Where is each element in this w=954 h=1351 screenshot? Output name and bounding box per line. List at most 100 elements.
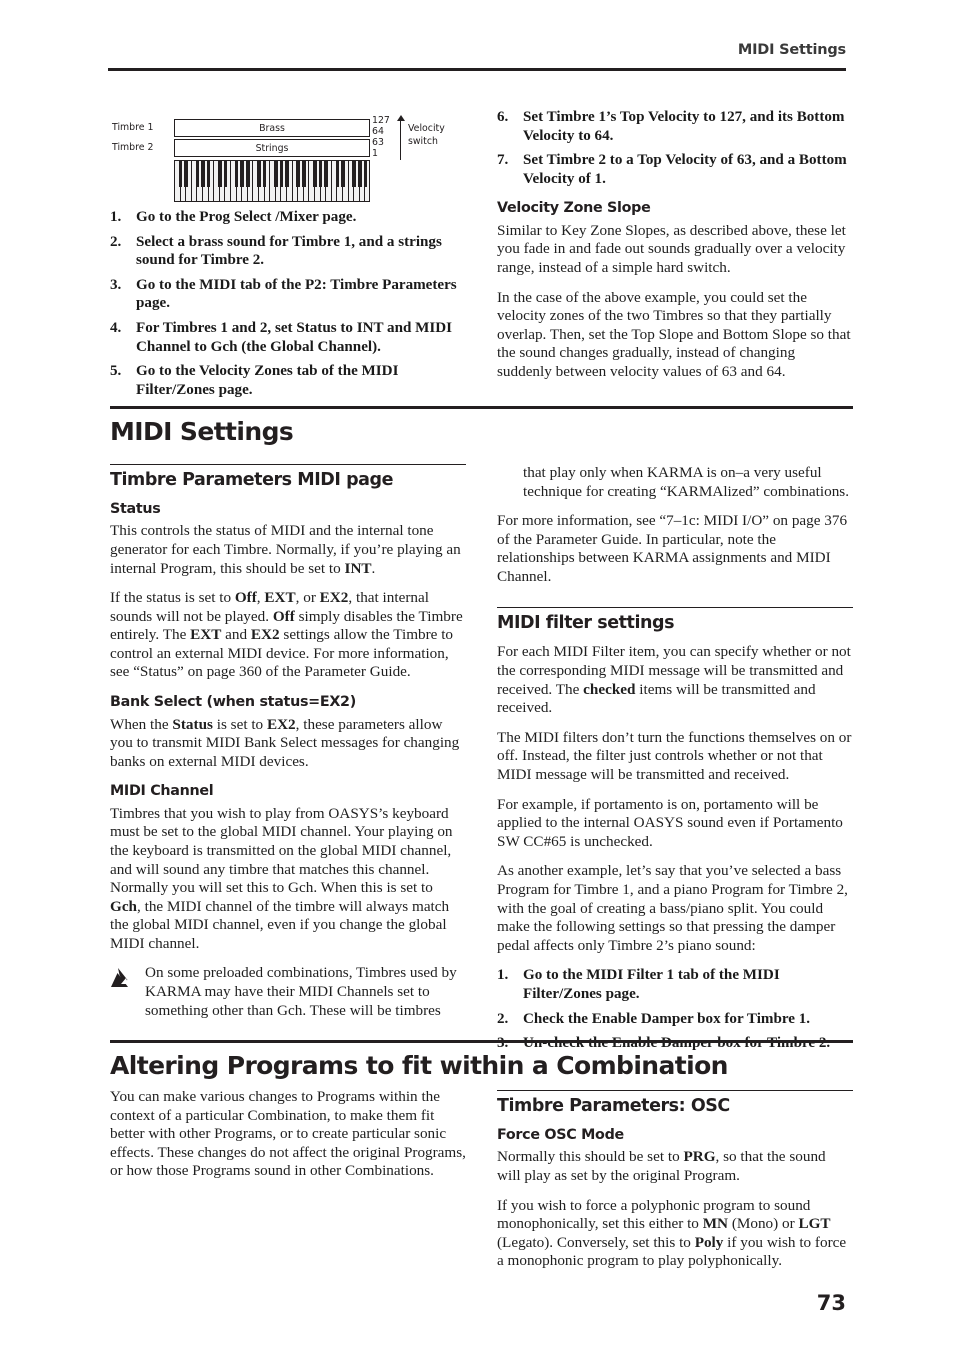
list-item: 1. Go to the Prog Select /Mixer page. [110,208,466,227]
midi-filter-paragraph-1: For each MIDI Filter item, you can speci… [497,643,853,717]
osc-p1-prg: PRG [683,1148,716,1166]
keyboard-black-key [245,161,250,187]
list-item-number: 4. [110,319,122,336]
note-block: On some preloaded combinations, Timbres … [110,964,466,1020]
h1-rule-altering [110,1040,853,1043]
list-item-number: 7. [497,152,509,169]
list-item-number: 6. [497,109,509,125]
list-item-label: Go to the Prog Select /Mixer page. [136,209,357,225]
keyboard-black-key [341,161,345,187]
figure-band-brass: Brass [174,119,370,137]
osc-p1-a: Normally this should be set to [497,1148,684,1166]
status-p2-ext2: EXT [190,626,222,644]
bank-p1-a: When the [110,715,173,733]
osc-p2-lgt: LGT [798,1215,831,1233]
list-item-label: For Timbres 1 and 2, set Status to INT a… [136,319,453,355]
status-p2-ext: EXT [264,589,296,607]
osc-p2-mn: MN [702,1215,729,1233]
header-rule [108,68,846,71]
status-p1-a: This controls the status of MIDI and the… [110,522,461,577]
osc-p2-b: (Mono) or [728,1215,799,1233]
keyboard-black-key [357,161,362,187]
heading-timbre-parameters-osc: Timbre Parameters: OSC [497,1096,730,1117]
right-column-top: 6. Set Timbre 1’s Top Velocity to 127, an… [497,108,853,393]
note-text: On some preloaded combinations, Timbres … [145,964,457,1019]
h2-rule-timbre-params [110,464,466,466]
h1-rule [110,406,853,409]
keyboard-black-key [352,161,357,187]
keyboard-black-key [279,161,284,187]
force-osc-paragraph-1: Normally this should be set to PRG, so t… [497,1148,853,1185]
figure-timbre2-label: Timbre 2 [112,142,154,153]
left-column-altering: You can make various changes to Programs… [110,1088,466,1192]
bank-p1-status: Status [172,715,213,733]
note-continued-text: that play only when KARMA is on–a very u… [523,464,850,500]
keyboard-black-key [217,161,222,187]
h2-rule-midi-filter [497,606,853,608]
mc-p1-gch: Gch [110,897,138,915]
list-item-label: Go to the MIDI Filter 1 tab of the MIDI … [523,967,780,1002]
list-item: 7. Set Timbre 2 to a Top Velocity of 63, … [497,151,853,188]
figure-velocity-switch-label-1: Velocity [408,123,445,134]
heading-midi-channel: MIDI Channel [110,783,214,800]
status-paragraph-2: If the status is set to Off, EXT, or EX2… [110,589,466,682]
heading-velocity-zone-slope: Velocity Zone Slope [497,200,651,217]
status-p1-c: . [371,559,376,577]
keyboard-black-key [285,161,289,187]
midi-settings-section-head: MIDI Settings [110,406,853,459]
bank-p1-ex2: EX2 [266,715,296,733]
document-page: MIDI Settings Timbre 1 Timbre 2 Brass St… [0,0,954,1351]
list-item-label: Check the Enable Damper box for Timbre 1… [523,1010,811,1027]
list-item-label: Go to the Velocity Zones tab of the MIDI… [136,363,399,398]
figure-timbre1-label: Timbre 1 [112,122,154,133]
heading-altering-programs: Altering Programs to fit within a Combin… [110,1050,728,1080]
figure-scale-127: 127 [372,115,390,126]
right-column-osc: Timbre Parameters: OSC Force OSC Mode No… [497,1090,853,1282]
keyboard-black-key [335,161,340,187]
velocity-zone-figure: Timbre 1 Timbre 2 Brass Strings 127 64 6… [112,112,472,204]
keyboard-black-key [296,161,301,187]
figure-band-strings: Strings [174,139,370,157]
list-item-label: Set Timbre 1’s Top Velocity to 127, and … [523,109,845,144]
more-info-paragraph: For more information, see “7–1c: MIDI I/… [497,512,848,585]
heading-status: Status [110,500,161,517]
velocity-zone-slope-paragraph-2: In the case of the above example, you co… [497,288,851,380]
keyboard-black-key [178,161,183,187]
mf-p1-checked: checked [583,680,636,698]
list-item-number: 1. [497,967,509,984]
status-p2-f: and [221,626,251,644]
status-p2-c: , or [295,589,320,607]
status-p2-a: If the status is set to [110,589,235,607]
mc-p1-a: Timbres that you wish to play from OASYS… [110,804,453,897]
altering-intro-paragraph: You can make various changes to Programs… [110,1088,466,1180]
list-item: 2. Check the Enable Damper box for Timbre… [497,1010,853,1029]
status-paragraph-1: This controls the status of MIDI and the… [110,522,466,578]
midi-filter-paragraph-4: As another example, let’s say that you’v… [497,862,848,954]
keyboard-black-key [184,161,189,187]
numbered-steps-right: 6. Set Timbre 1’s Top Velocity to 127, an… [497,108,853,188]
keyboard-black-key [318,161,323,187]
list-item-number: 1. [110,209,122,225]
left-column-midi-params: Timbre Parameters MIDI page Status This … [110,464,466,1020]
list-item-number: 2. [497,1010,509,1027]
figure-velocity-arrow [395,115,407,160]
figure-scale-63: 63 [372,137,384,148]
keyboard-black-key [273,161,278,187]
h2-rule-osc [497,1090,853,1092]
velocity-zone-slope-paragraph-1: Similar to Key Zone Slopes, as described… [497,221,846,276]
list-item: 6. Set Timbre 1’s Top Velocity to 127, an… [497,108,853,145]
keyboard-black-key [262,161,267,187]
numbered-steps-left: 1. Go to the Prog Select /Mixer page. 2. Se… [110,208,466,399]
status-p1-int: INT [344,559,372,577]
list-item: 3. Go to the MIDI tab of the P2: Timbre P… [110,276,466,313]
figure-velocity-switch-label-2: switch [408,136,438,147]
right-column-midi-filter: that play only when KARMA is on–a very u… [497,464,853,1064]
bank-select-paragraph: When the Status is set to EX2, these par… [110,716,466,772]
heading-timbre-parameters-midi-page: Timbre Parameters MIDI page [110,470,394,491]
heading-midi-filter-settings: MIDI filter settings [497,612,675,633]
keyboard-black-key [363,161,368,187]
osc-p2-poly: Poly [694,1233,724,1251]
altering-section-head: Altering Programs to fit within a Combin… [110,1040,853,1093]
figure-keyboard [174,160,370,202]
midi-filter-paragraph-2: The MIDI filters don’t turn the function… [497,728,852,784]
